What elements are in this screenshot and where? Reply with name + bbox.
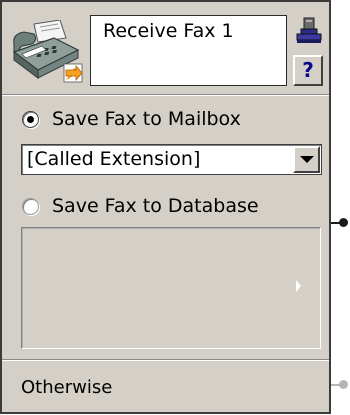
chevron-down-icon[interactable] bbox=[293, 146, 320, 173]
otherwise-connector-handle[interactable] bbox=[339, 380, 348, 389]
header-divider bbox=[2, 94, 329, 96]
receive-fax-action-panel[interactable]: Receive Fax 1 ? Save Fax to Mailbox [Cal… bbox=[0, 0, 331, 414]
save-to-mailbox-option[interactable]: Save Fax to Mailbox bbox=[22, 106, 241, 132]
otherwise-branch-label: Otherwise bbox=[21, 377, 113, 398]
extension-dropdown-value: [Called Extension] bbox=[27, 148, 201, 170]
save-to-database-radio[interactable] bbox=[22, 197, 39, 215]
action-title-text: Receive Fax 1 bbox=[103, 20, 234, 42]
save-to-database-label: Save Fax to Database bbox=[52, 195, 259, 217]
save-to-database-option[interactable]: Save Fax to Database bbox=[22, 193, 259, 219]
stamp-icon[interactable] bbox=[294, 16, 324, 46]
save-to-mailbox-label: Save Fax to Mailbox bbox=[52, 108, 241, 130]
database-settings-area[interactable] bbox=[21, 227, 321, 349]
action-title-field[interactable]: Receive Fax 1 bbox=[90, 15, 287, 86]
success-connector-handle[interactable] bbox=[339, 218, 348, 227]
fax-machine-icon bbox=[8, 19, 84, 84]
help-icon: ? bbox=[302, 58, 314, 82]
extension-dropdown[interactable]: [Called Extension] bbox=[21, 144, 322, 175]
otherwise-divider bbox=[2, 359, 329, 361]
help-button[interactable]: ? bbox=[293, 55, 323, 86]
save-to-mailbox-radio[interactable] bbox=[22, 110, 39, 128]
chevron-right-icon[interactable] bbox=[296, 280, 301, 292]
